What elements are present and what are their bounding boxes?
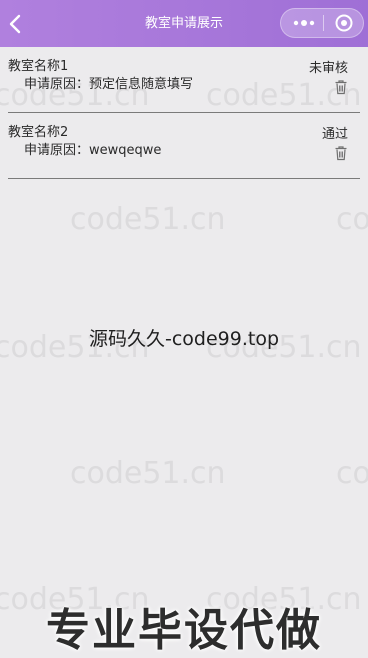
reason-text: wewqeqwe	[89, 143, 162, 158]
reason-label: 申请原因：	[24, 143, 90, 158]
capsule-divider	[323, 15, 324, 31]
status-badge: 通过	[321, 127, 348, 142]
trash-icon[interactable]	[334, 79, 348, 95]
status-badge: 未审核	[308, 61, 348, 76]
watermark-text: code51.cn	[70, 202, 226, 237]
application-item[interactable]: 教室名称1 申请原因：预定信息随意填写 未审核	[8, 51, 360, 113]
watermark-text: code51.cn	[336, 202, 368, 237]
application-item[interactable]: 教室名称2 申请原因：wewqeqwe 通过	[8, 117, 360, 179]
room-name: 教室名称2	[8, 125, 69, 140]
bottom-banner: 专业毕设代做	[46, 605, 322, 656]
center-watermark: 源码久久-code99.top	[88, 328, 280, 350]
capsule-close-icon[interactable]	[331, 12, 357, 34]
reason-label: 申请原因：	[24, 77, 90, 92]
chevron-left-icon[interactable]	[4, 12, 26, 36]
reason-text: 预定信息随意填写	[89, 77, 194, 92]
more-dots-icon[interactable]	[287, 13, 321, 33]
mini-program-capsule	[280, 8, 364, 38]
reason-line: 申请原因：wewqeqwe	[24, 139, 161, 158]
navigation-bar: 教室申请展示	[0, 0, 368, 47]
trash-icon[interactable]	[334, 145, 348, 161]
watermark-text: code51.cn	[336, 456, 368, 491]
watermark-text: code51.cn	[70, 456, 226, 491]
room-name: 教室名称1	[8, 59, 69, 74]
reason-line: 申请原因：预定信息随意填写	[24, 73, 193, 92]
